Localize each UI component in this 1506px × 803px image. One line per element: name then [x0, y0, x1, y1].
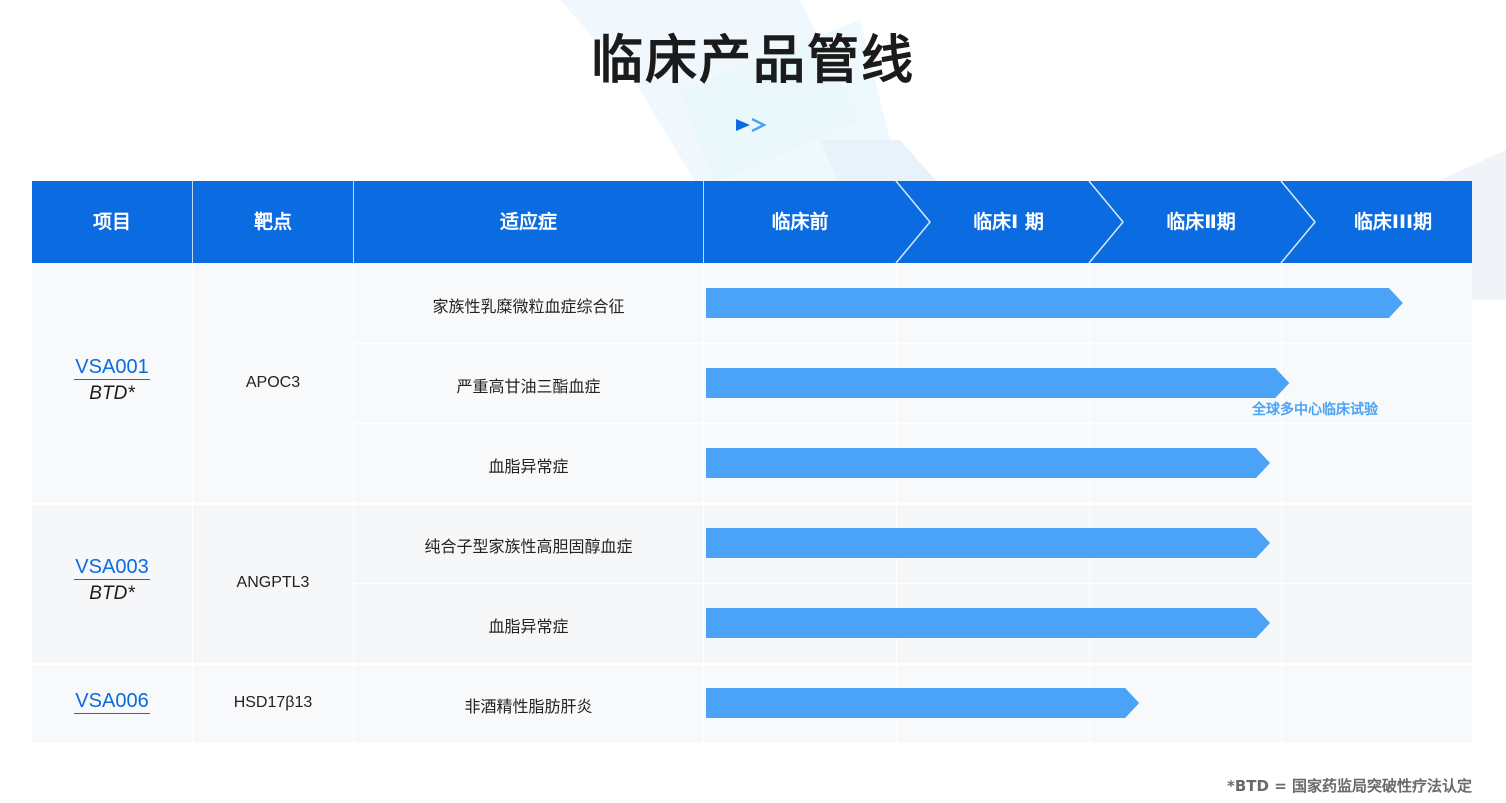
header-phase-1: 临床Ⅰ 期	[973, 211, 1044, 233]
indication-label: 血脂异常症	[488, 617, 569, 636]
header-phase-2: 临床Ⅱ期	[1166, 211, 1236, 233]
row-divider	[354, 583, 1472, 584]
header-phase-preclinical: 临床前	[771, 211, 829, 233]
indication-label: 纯合子型家族性高胆固醇血症	[424, 537, 633, 556]
indication-label: 严重高甘油三酯血症	[456, 377, 601, 396]
header-phase-3: 临床III期	[1353, 211, 1433, 233]
project-link-vsa001[interactable]: VSA001	[74, 355, 150, 380]
group-divider	[32, 503, 1472, 505]
double-arrow-icon	[736, 118, 767, 132]
indication-label: 血脂异常症	[488, 457, 569, 476]
group-divider	[32, 663, 1472, 665]
table-body: VSA001 BTD* APOC3 家族性乳糜微粒血症综合征 严重高甘油三酯血症…	[32, 263, 1472, 743]
project-link-vsa006[interactable]: VSA006	[74, 689, 150, 714]
progress-bar-fill	[706, 288, 1403, 318]
progress-bar-fill	[706, 688, 1140, 718]
indication-label: 家族性乳糜微粒血症综合征	[432, 297, 625, 316]
progress-bar-fill	[706, 368, 1290, 398]
btd-badge: BTD*	[89, 583, 135, 604]
progress-bar-fill	[706, 448, 1271, 478]
progress-bar-fill	[706, 528, 1271, 558]
progress-bar	[706, 288, 1403, 318]
project-link-vsa003[interactable]: VSA003	[74, 555, 150, 580]
btd-badge: BTD*	[89, 383, 135, 404]
table-header: 项目 靶点 适应症 临床前 临床Ⅰ 期 临床Ⅱ期 临床III期	[32, 181, 1472, 263]
project-cell: VSA006	[32, 689, 192, 714]
target-label: ANGPTL3	[236, 574, 310, 591]
project-cell: VSA003 BTD*	[32, 555, 192, 608]
progress-bar	[706, 448, 1271, 478]
pipeline-table: 项目 靶点 适应症 临床前 临床Ⅰ 期 临床Ⅱ期 临床III期 VSA001 B…	[32, 181, 1472, 743]
progress-bar	[706, 688, 1140, 718]
row-divider	[354, 423, 1472, 424]
target-label: APOC3	[245, 374, 301, 391]
progress-bar-fill	[706, 608, 1271, 638]
progress-bar	[706, 528, 1271, 558]
trial-note: 全球多中心临床试验	[1252, 402, 1378, 418]
footnote: *BTD = 国家药监局突破性疗法认定	[1227, 777, 1472, 795]
project-cell: VSA001 BTD*	[32, 355, 192, 408]
page-title: 临床产品管线	[590, 31, 915, 91]
progress-bar	[706, 368, 1290, 398]
row-divider	[354, 343, 1472, 344]
indication-label: 非酒精性脂肪肝炎	[464, 697, 593, 716]
target-label: HSD17β13	[233, 694, 313, 711]
progress-bar	[706, 608, 1271, 638]
